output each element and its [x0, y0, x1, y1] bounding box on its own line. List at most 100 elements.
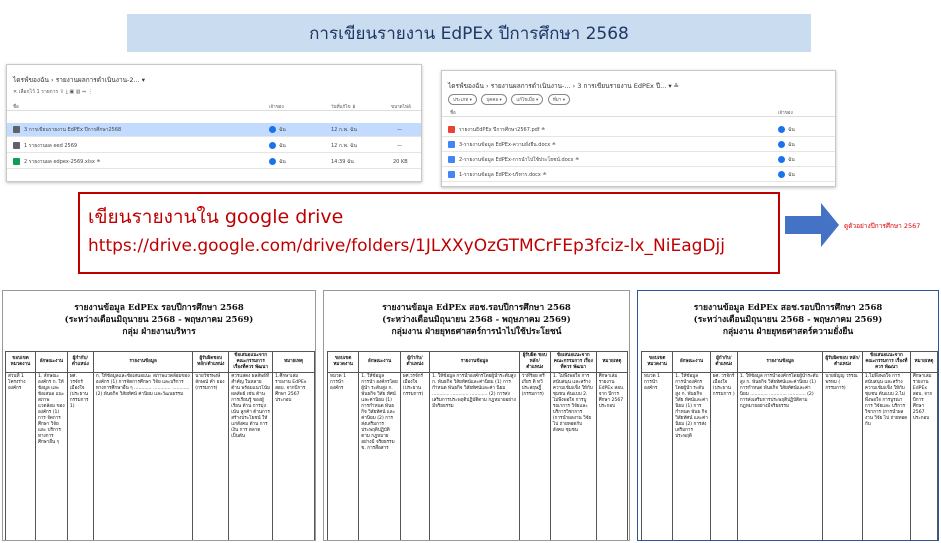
owner-label: ฉัน	[788, 141, 795, 148]
file-name: 3-รายงานข้อมูล EdPEx-ความยั่งยืน.docx ≗	[459, 141, 556, 148]
avatar	[778, 141, 785, 148]
doc-group: กลุ่มงาน ฝ่ายยุทธศาสตร์การนำไปใช้ประโยชน…	[391, 327, 562, 337]
cell-report: 1. ให้ข้อมูล การนำองค์กรโดยผู้นำระดับสูง…	[736, 372, 824, 540]
avatar	[778, 171, 785, 178]
doc-title: รายงานข้อมูล EdPEx สอช.รอบปีการศึกษา 256…	[693, 303, 883, 313]
report-doc-utilization: รายงานข้อมูล EdPEx สอช.รอบปีการศึกษา 256…	[323, 290, 630, 541]
report-table: ขอบเขต หมวดงาน ลักษณะงาน ผู้กำกับ/ ตำแหน…	[326, 351, 629, 540]
file-row[interactable]: 2 รายงานผล edpex-2569.xlsx ≗ ฉัน 14:39 ฉ…	[7, 155, 421, 169]
cell-scope: หมวด 1 การนำ องค์กร	[326, 372, 360, 540]
th-supervisor: ผู้กำกับ/ ตำแหน่ง	[399, 351, 431, 373]
doc-title: รายงานข้อมูล EdPEx สอช.รอบปีการศึกษา 256…	[382, 303, 571, 313]
cell-type: 1. ให้ข้อมูล การนำ องค์กรโดยผู้นำ ระดับส…	[358, 372, 401, 540]
file-row[interactable]: รายงานEdPEx ปีการศึกษา2567.pdf ≗ ฉัน	[442, 123, 835, 137]
arrow-right-icon	[785, 216, 821, 234]
cell-owner: นายวัชรพงษ์ ลักษณ์ คำ ยอง (กรรมการ)	[192, 372, 230, 540]
th-suggestion: ข้อเสนอแนะจาก คณะกรรมการ เรื่องที่ควร พั…	[549, 351, 597, 373]
file-name: รายงานEdPEx ปีการศึกษา2567.pdf ≗	[459, 126, 546, 133]
th-remark: หมายเหตุ	[909, 351, 938, 373]
cell-remark: ศึกษาเล่ม รายงาน EdPEx สอบ. จาก ปีการ ศึ…	[595, 372, 629, 540]
pdf-icon	[448, 126, 455, 133]
size-label: —	[397, 142, 402, 149]
filter-chips: ประเภท ▾ บุคคล ▾ แก้ไขเมื่อ ▾ ที่มา ▾	[448, 94, 573, 105]
col-name[interactable]: ชื่อ	[450, 109, 456, 116]
sheet-icon	[13, 158, 20, 165]
filter-people[interactable]: บุคคล ▾	[481, 94, 507, 105]
th-remark: หมายเหตุ	[595, 351, 629, 373]
page-title: การเขียนรายงาน EdPEx ปีการศึกษา 2568	[127, 14, 811, 52]
cell-suggestion: 1. ไม่พึงพอใจ การสนับสนุน และสร้าง ความเ…	[549, 372, 597, 540]
breadcrumb[interactable]: ไดรฟ์ของฉัน › รายงานผลการดำเนินงาน-... ›…	[448, 81, 679, 91]
cell-type: 1. ให้ข้อมูล การนำองค์กร โดยผู้นำ ระดับส…	[672, 372, 711, 540]
file-row[interactable]: 3-รายงานข้อมูล EdPEx-ความยั่งยืน.docx ≗ …	[442, 138, 835, 152]
th-owner: ผู้รับผิดชอบ หลัก/ตำแหน่ง	[822, 351, 863, 373]
owner-label: ฉัน	[788, 126, 795, 133]
th-scope: ขอบเขต หมวดงาน	[640, 351, 674, 373]
th-scope: ขอบเขต หมวดงาน	[326, 351, 360, 373]
cell-scope: หมวด 1 การนำ องค์กร	[640, 372, 674, 540]
column-header: ชื่อ เจ้าของ วันที่แก้ไข ⬇ ขนาดไฟล์	[7, 101, 421, 111]
folder-icon	[13, 142, 20, 149]
selection-toolbar[interactable]: ✕ เลือกไว้ 1 รายการ ⇪ ⤓ ▣ ▥ ⇔ ⋮	[13, 88, 93, 96]
cell-supervisor: ผศ. วรจักร์ เมืองใจ (ประธาน กรรมการ )	[709, 372, 738, 540]
file-name: 2 รายงานผล edpex-2569.xlsx ≗	[24, 158, 101, 165]
file-name: 2-รายงานข้อมูล EdPEx-การนำไปใช้ประโยชน์.…	[459, 156, 580, 163]
col-owner[interactable]: เจ้าของ	[269, 103, 284, 110]
cell-suggestion: ควรแสดง ผลลัพธ์ที่สำคัญ ในหลายด้าน พร้อม…	[228, 372, 274, 540]
drive-link[interactable]: https://drive.google.com/drive/folders/1…	[88, 236, 725, 256]
owner-label: ฉัน	[279, 126, 286, 133]
doc-subtitle: (ระหว่างเดือนมิถุนายน 2568 - พฤษภาคม 256…	[64, 315, 254, 325]
cell-remark: ศึกษาเล่ม รายงาน EdPEx สอบ. จากปีการ ศึก…	[909, 372, 938, 540]
th-type: ลักษณะงาน	[34, 351, 68, 373]
file-row[interactable]: 2-รายงานข้อมูล EdPEx-การนำไปใช้ประโยชน์.…	[442, 153, 835, 167]
col-name[interactable]: ชื่อ	[13, 103, 19, 110]
th-scope: ขอบเขต หมวดงาน	[5, 351, 36, 373]
th-type: ลักษณะงาน	[358, 351, 401, 373]
owner-label: ฉัน	[279, 158, 286, 165]
th-owner: ผู้รับผิด ชอบหลัก/ ตำแหน่ง	[518, 351, 551, 373]
col-modified[interactable]: วันที่แก้ไข ⬇	[331, 103, 356, 110]
cell-owner: นายธัญญ วรรณพรหม ( กรรมการ)	[822, 372, 863, 540]
file-name: 3 การเขียนรายงาน EdPEx ปีการศึกษา2568	[24, 126, 122, 133]
drive-link-note: เขียนรายงานใน google drive https://drive…	[78, 192, 780, 274]
breadcrumb[interactable]: ไดรฟ์ของฉัน › รายงานผลการดำเนินงาน-2... …	[13, 75, 145, 85]
avatar	[269, 158, 276, 165]
doc-title: รายงานข้อมูล EdPEx รอบปีการศึกษา 2568	[74, 303, 244, 313]
report-table: ขอบเขต หมวดงาน ลักษณะงาน ผู้กำกับ/ ตำแหน…	[5, 351, 315, 540]
doc-group: กลุ่ม ฝ่ายงานบริหาร	[122, 327, 196, 337]
filter-type[interactable]: ประเภท ▾	[448, 94, 477, 105]
col-size[interactable]: ขนาดไฟล์	[391, 103, 411, 110]
owner-label: ฉัน	[279, 142, 286, 149]
size-label: 20 KB	[393, 158, 408, 165]
file-row[interactable]: 1 รายงานผล eed 2569 ฉัน 12 ก.พ. ฉัน —	[7, 139, 421, 153]
drive-panel-left: ไดรฟ์ของฉัน › รายงานผลการดำเนินงาน-2... …	[6, 64, 422, 182]
file-row[interactable]: 1-รายงานข้อมูล EdPEx-บริหาร.docx ≗ ฉัน	[442, 168, 835, 182]
filter-source[interactable]: ที่มา ▾	[547, 94, 570, 105]
modified-label: 12 ก.พ. ฉัน	[331, 126, 357, 133]
th-report: รายงานข้อมูล	[92, 351, 194, 373]
filter-modified[interactable]: แก้ไขเมื่อ ▾	[511, 94, 544, 105]
th-owner: ผู้รับผิดชอบ หลัก/ตำแหน่ง	[192, 351, 230, 373]
arrow-head-icon	[821, 203, 839, 247]
modified-label: 14:39 ฉัน	[331, 158, 354, 165]
cell-scope: ส่วนที่ 1 โครงร่าง องค์กร	[5, 372, 36, 540]
doc-icon	[448, 171, 455, 178]
drive-panel-right: ไดรฟ์ของฉัน › รายงานผลการดำเนินงาน-... ›…	[441, 70, 836, 187]
avatar	[269, 126, 276, 133]
th-suggestion: ข้อเสนอแนะจาก คณะกรรมการ เรื่องที่ควร พั…	[228, 351, 274, 373]
size-label: —	[397, 126, 402, 133]
note-heading: เขียนรายงานใน google drive	[88, 206, 344, 228]
file-name: 1-รายงานข้อมูล EdPEx-บริหาร.docx ≗	[459, 171, 547, 178]
column-header: ชื่อ เจ้าของ	[442, 107, 835, 117]
owner-label: ฉัน	[788, 156, 795, 163]
col-owner[interactable]: เจ้าของ	[778, 109, 793, 116]
example-link[interactable]: ดูตัวอย่างปีการศึกษา 2567	[844, 221, 920, 231]
cell-suggestion: 1.ไม่พึงพอใจ การสนับสนุน และสร้าง ความเข…	[861, 372, 911, 540]
file-row[interactable]: 3 การเขียนรายงาน EdPEx ปีการศึกษา2568 ฉั…	[7, 123, 421, 137]
folder-icon	[13, 126, 20, 133]
doc-icon	[448, 156, 455, 163]
file-name: 1 รายงานผล eed 2569	[24, 142, 78, 149]
th-suggestion: ข้อเสนอแนะจาก คณะกรรมการ เรื่องที่ควร พั…	[861, 351, 911, 373]
cell-report: 1. ให้ข้อมูล การนำองค์กรโดยผู้นำระดับสูง…	[429, 372, 520, 540]
cell-supervisor: ผศ.วรจักร์ เมืองใจ (ประธาน กรรมการ)	[399, 372, 431, 540]
